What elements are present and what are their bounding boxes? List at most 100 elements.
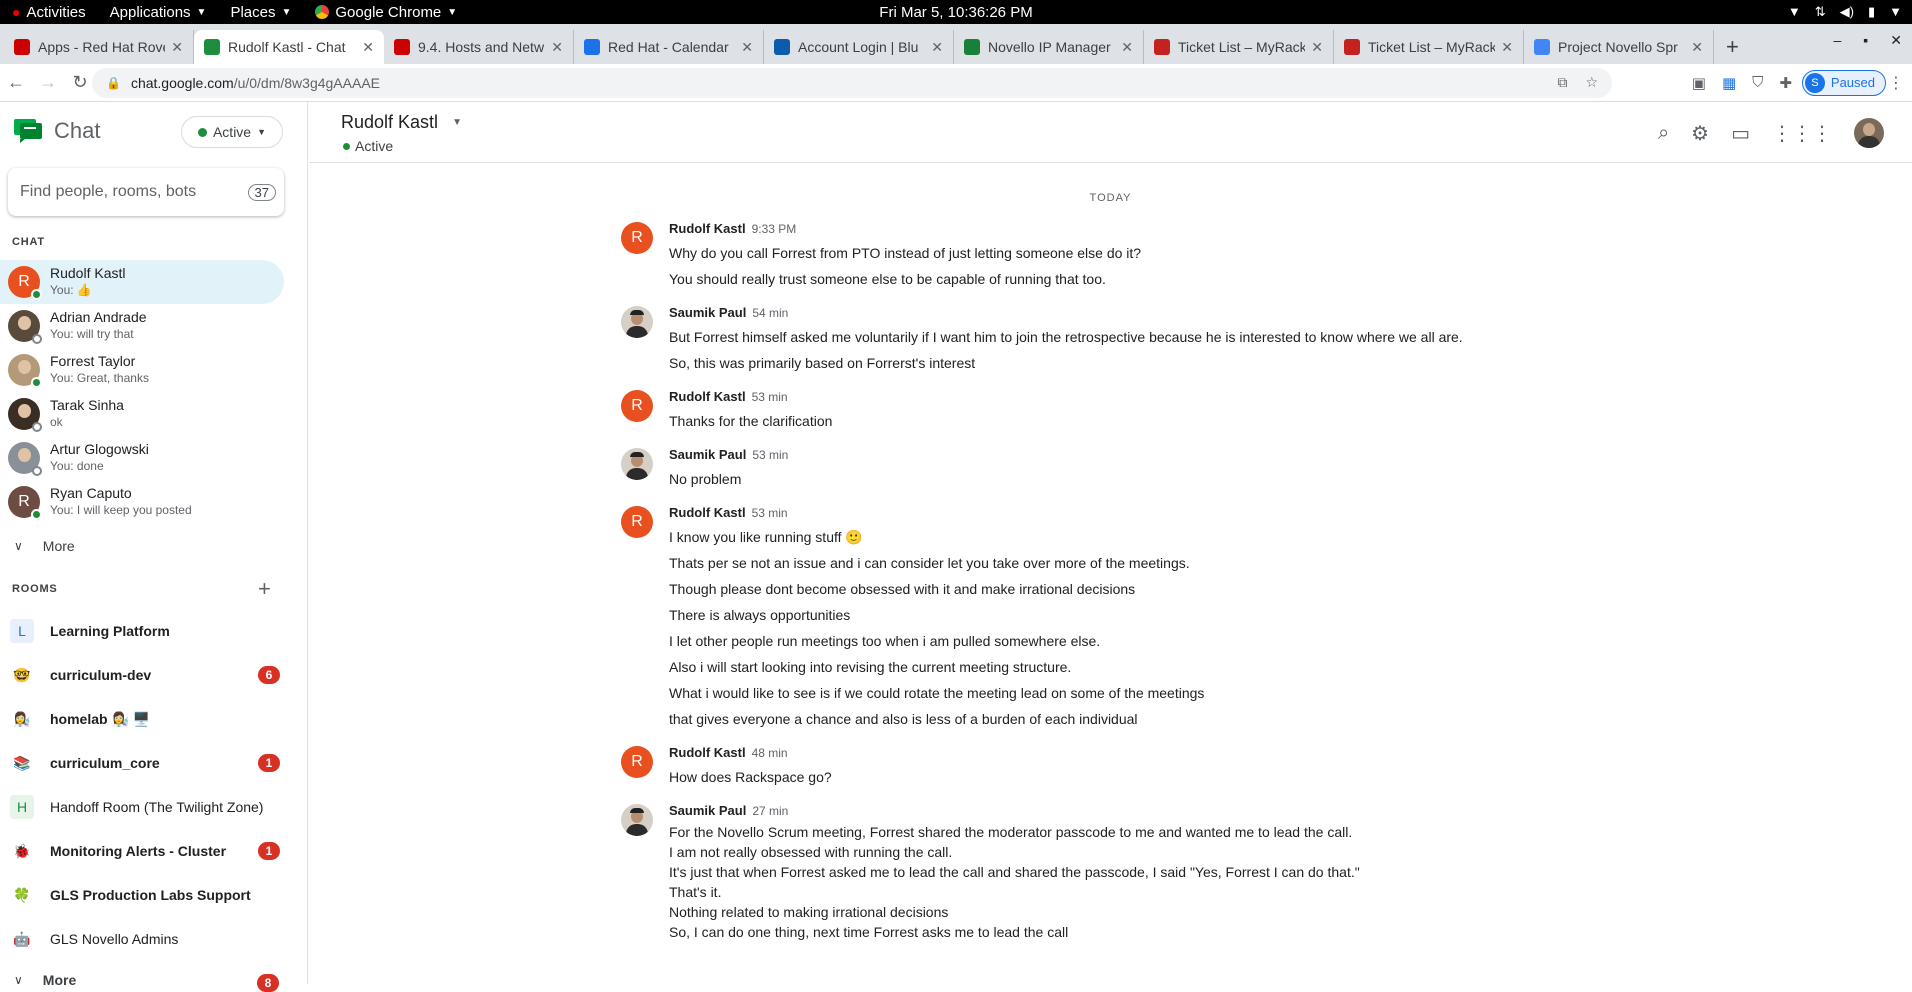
account-avatar[interactable] — [1854, 118, 1884, 148]
tab-close-icon[interactable]: ✕ — [362, 39, 374, 56]
avatar[interactable]: R — [621, 746, 653, 778]
dm-more-button[interactable]: ∨ More — [14, 538, 75, 554]
maximize-icon[interactable]: ▪ — [1863, 32, 1868, 49]
message-author[interactable]: Rudolf Kastl — [669, 505, 746, 520]
dm-list: R Rudolf Kastl You: 👍 Adrian Andrade You: wi… — [0, 260, 284, 524]
profile-button[interactable]: S Paused — [1801, 69, 1886, 96]
tab-close-icon[interactable]: ✕ — [741, 39, 753, 56]
message-text: You should really trust someone else to … — [669, 271, 1106, 287]
tab-close-icon[interactable]: ✕ — [1691, 39, 1703, 56]
message-author[interactable]: Saumik Paul — [669, 305, 746, 320]
bookmark-star-icon[interactable]: ☆ — [1585, 74, 1598, 91]
room-item[interactable]: 📚 curriculum_core 1 — [0, 741, 284, 785]
clock[interactable]: Fri Mar 5, 10:36:26 PM — [879, 4, 1032, 21]
dm-name: Ryan Caputo — [50, 485, 132, 501]
browser-tab[interactable]: 9.4. Hosts and Netw ✕ — [384, 30, 574, 64]
browser-tab[interactable]: Account Login | Blu ✕ — [764, 30, 954, 64]
tab-close-icon[interactable]: ✕ — [1501, 39, 1513, 56]
activities-button[interactable]: ● Activities — [0, 4, 98, 21]
chrome-icon — [315, 5, 330, 19]
dm-item[interactable]: Tarak Sinha ok — [0, 392, 284, 436]
message-group: R Rudolf Kastl 53 min Thanks for the clarif… — [621, 386, 1821, 434]
room-item[interactable]: H Handoff Room (The Twilight Zone) — [0, 785, 284, 829]
avatar[interactable] — [621, 804, 653, 836]
tab-close-icon[interactable]: ✕ — [551, 39, 563, 56]
message-group: Saumik Paul 53 min No problem — [621, 444, 1821, 492]
applications-menu[interactable]: Applications ▼ — [98, 4, 219, 21]
room-item[interactable]: 🍀 GLS Production Labs Support — [0, 873, 284, 917]
browser-tab[interactable]: Novello IP Manager ✕ — [954, 30, 1144, 64]
kebab-menu-icon[interactable]: ⋮ — [1888, 73, 1904, 93]
room-item[interactable]: 🐞 Monitoring Alerts - Cluster 1 — [0, 829, 284, 873]
dm-item[interactable]: Forrest Taylor You: Great, thanks — [0, 348, 284, 392]
add-room-icon[interactable]: + — [258, 576, 271, 602]
caret-down-icon: ▼ — [257, 127, 267, 137]
app-menu-chrome[interactable]: Google Chrome ▼ — [303, 4, 469, 21]
tab-close-icon[interactable]: ✕ — [1121, 39, 1133, 56]
apps-grid-icon[interactable]: ⋮⋮⋮ — [1772, 121, 1832, 146]
rooms-more-button[interactable]: ∨ More — [14, 972, 76, 988]
extension-icon[interactable]: ▣ — [1692, 74, 1706, 92]
message-time: 48 min — [751, 746, 788, 760]
tab-close-icon[interactable]: ✕ — [171, 39, 183, 56]
tab-close-icon[interactable]: ✕ — [1311, 39, 1323, 56]
dm-item[interactable]: Artur Glogowski You: done — [0, 436, 284, 480]
browser-tab[interactable]: Apps - Red Hat Rove ✕ — [4, 30, 194, 64]
lock-icon[interactable]: 🔒 — [106, 76, 121, 90]
minimize-icon[interactable]: – — [1834, 32, 1842, 49]
open-in-app-icon[interactable]: ⧉ — [1557, 74, 1567, 91]
status-button[interactable]: Active ▼ — [181, 116, 283, 148]
browser-tab[interactable]: Project Novello Spr ✕ — [1524, 30, 1714, 64]
avatar[interactable]: R — [621, 222, 653, 254]
dm-item[interactable]: R Rudolf Kastl You: 👍 — [0, 260, 284, 304]
browser-tab[interactable]: Ticket List – MyRack ✕ — [1334, 30, 1524, 64]
room-name: curriculum_core — [50, 755, 160, 771]
browser-tab[interactable]: Ticket List – MyRack ✕ — [1144, 30, 1334, 64]
avatar[interactable]: R — [621, 506, 653, 538]
forward-icon[interactable]: → — [32, 72, 64, 93]
address-bar[interactable]: 🔒 chat.google.com/u/0/dm/8w3g4gAAAAE ⧉ ☆ — [92, 67, 1612, 98]
message-author[interactable]: Rudolf Kastl — [669, 745, 746, 760]
avatar[interactable] — [621, 306, 653, 338]
message-author[interactable]: Rudolf Kastl — [669, 221, 746, 236]
caret-down-icon: ▼ — [281, 6, 292, 18]
search-icon[interactable]: ⌕ — [1658, 122, 1669, 145]
browser-tab[interactable]: Red Hat - Calendar ✕ — [574, 30, 764, 64]
places-menu[interactable]: Places ▼ — [218, 4, 303, 21]
message-text: Why do you call Forrest from PTO instead… — [669, 245, 1142, 261]
feedback-icon[interactable]: ▭ — [1731, 121, 1750, 146]
message-text: It's just that when Forrest asked me to … — [669, 864, 1360, 880]
system-tray[interactable]: ▼ ⇅ ◀) ▮ ▼ — [1788, 4, 1902, 20]
dm-item[interactable]: R Ryan Caputo You: I will keep you posted — [0, 480, 284, 524]
tab-close-icon[interactable]: ✕ — [931, 39, 943, 56]
volume-icon: ◀) — [1839, 4, 1854, 19]
extensions-area: ▣ ▦ ⛉ ✚ — [1692, 74, 1792, 92]
caret-down-icon: ▼ — [447, 6, 458, 18]
back-icon[interactable]: ← — [0, 72, 32, 93]
tab-favicon-icon — [584, 39, 600, 55]
extension-icon[interactable]: ▦ — [1722, 74, 1736, 92]
puzzle-icon[interactable]: ✚ — [1779, 74, 1792, 92]
caret-down-icon: ▼ — [452, 117, 462, 128]
browser-tab[interactable]: Rudolf Kastl - Chat ✕ — [194, 30, 384, 64]
close-icon[interactable]: ✕ — [1890, 32, 1902, 49]
message-author[interactable]: Saumik Paul — [669, 447, 746, 462]
search-input[interactable]: Find people, rooms, bots 37 — [8, 168, 284, 216]
avatar[interactable] — [621, 448, 653, 480]
extension-icon[interactable]: ⛉ — [1752, 74, 1763, 92]
new-tab-button[interactable]: + — [1714, 34, 1751, 64]
brand[interactable]: Chat — [14, 118, 100, 144]
room-item[interactable]: 👩‍🔬 homelab 👩‍🔬 🖥️ — [0, 697, 284, 741]
conversation-title[interactable]: Rudolf Kastl ▼ — [341, 112, 462, 133]
message-author[interactable]: Saumik Paul — [669, 803, 746, 818]
room-icon: H — [10, 795, 34, 819]
message-text: Nothing related to making irrational dec… — [669, 904, 949, 920]
avatar[interactable]: R — [621, 390, 653, 422]
message-author[interactable]: Rudolf Kastl — [669, 389, 746, 404]
room-item[interactable]: L Learning Platform — [0, 609, 284, 653]
room-item[interactable]: 🤓 curriculum-dev 6 — [0, 653, 284, 697]
room-item[interactable]: 🤖 GLS Novello Admins — [0, 917, 284, 961]
gear-icon[interactable]: ⚙ — [1691, 121, 1709, 146]
caret-down-icon: ▼ — [196, 6, 207, 18]
dm-item[interactable]: Adrian Andrade You: will try that — [0, 304, 284, 348]
